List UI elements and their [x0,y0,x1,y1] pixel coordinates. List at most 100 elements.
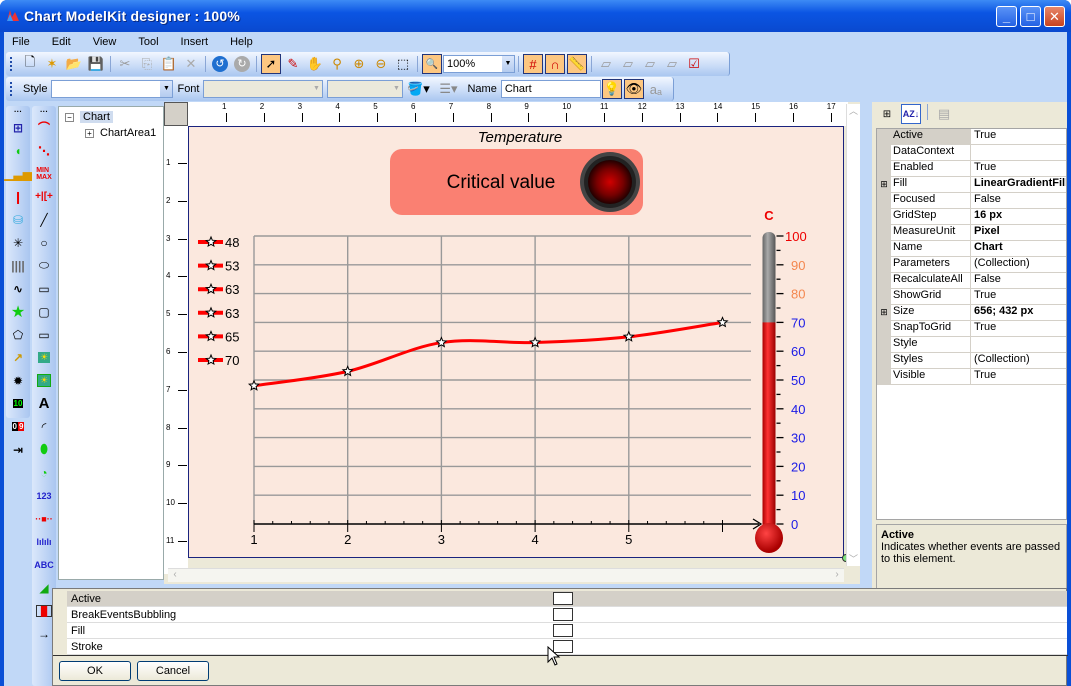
ok-button[interactable]: OK [59,661,131,681]
property-row[interactable]: ⊞ Size 656; 432 px [877,305,1066,321]
palette-level-bar[interactable]: ▁▃▅ [4,162,32,185]
collapse-icon[interactable]: − [65,112,74,122]
palette-gear[interactable]: ✹ [6,369,30,392]
palette-pie[interactable]: ◔ [32,461,56,484]
event-checkbox[interactable] [553,624,573,637]
event-row[interactable]: Active [67,591,1067,607]
property-row[interactable]: RecalculateAll False [877,273,1066,289]
property-value[interactable]: Chart [971,241,1066,256]
toolbar-grip[interactable] [10,57,13,71]
menu-edit[interactable]: Edit [52,36,71,48]
property-row[interactable]: DataContext [877,145,1066,161]
name-input[interactable]: Chart [500,80,601,98]
title-bar[interactable]: Chart ModelKit designer : 100% _ □ ✕ [0,0,1071,32]
property-row[interactable]: Style [877,337,1066,353]
menu-view[interactable]: View [93,36,117,48]
property-value[interactable]: True [971,289,1066,304]
tree-node-chart[interactable]: − Chart [65,111,113,123]
event-checkbox[interactable] [553,608,573,621]
categorized-button[interactable]: ⊞ [877,104,897,124]
palette-grip[interactable]: ··· [32,106,56,116]
property-value[interactable]: True [971,321,1066,336]
scroll-down-icon[interactable]: ﹀ [847,552,860,566]
open-button[interactable]: 📂 [64,54,84,74]
palette-polyline[interactable]: ⋱ [32,139,56,162]
style-select[interactable]: ▼ [51,80,174,98]
validate-button[interactable]: ☑ [684,54,704,74]
delete-button[interactable]: ✕ [181,54,201,74]
alphabetical-button[interactable]: AZ↓ [901,104,921,124]
chart-surface[interactable]: Temperature Critical value 1 2 3 4 5 48 53 63 63 65… [188,126,844,558]
palette-grip[interactable]: ··· [6,106,30,116]
palette-3d-rect[interactable]: ▭ [32,323,56,346]
horizontal-scrollbar[interactable]: ‹ › [168,568,844,582]
property-value[interactable]: 16 px [971,209,1066,224]
save-button[interactable]: 💾 [86,54,106,74]
text-style-button[interactable]: aₐ [646,79,666,99]
palette-number[interactable]: 123 [32,484,56,507]
palette-ellipse[interactable]: ⬭ [32,254,56,277]
palette-marker[interactable]: ··■·· [32,507,56,530]
active-toggle-button[interactable]: 💡 [601,79,622,99]
palette-scale[interactable]: lılılı [32,530,56,553]
palette-counter[interactable]: 09 [6,415,30,438]
visible-toggle-button[interactable]: 👁 [623,79,644,99]
palette-leaf[interactable]: ⬮ [32,438,56,461]
property-row[interactable]: MeasureUnit Pixel [877,225,1066,241]
scroll-left-icon[interactable]: ‹ [168,569,182,582]
vertical-scrollbar[interactable]: ︿ ﹀ [846,104,860,566]
bring-front-button[interactable]: ▱ [596,54,616,74]
palette-axis-title[interactable]: ⇥ [6,438,30,461]
menu-tool[interactable]: Tool [138,36,158,48]
expand-icon[interactable]: + [85,128,94,138]
property-value[interactable] [971,337,1066,352]
property-row[interactable]: ShowGrid True [877,289,1066,305]
zoom-rect-button[interactable]: ⬚ [393,54,413,74]
menu-help[interactable]: Help [230,36,253,48]
zoom-out-button[interactable]: ⊖ [371,54,391,74]
palette-tank[interactable]: ⛁ [6,208,30,231]
tree-node-chartarea[interactable]: + ChartArea1 [85,127,156,139]
palette-spark[interactable]: ↗ [6,346,30,369]
palette-burst[interactable]: ✳ [6,231,30,254]
palette-text[interactable]: A [32,392,56,415]
wizard-button[interactable]: ✶ [42,54,62,74]
property-value[interactable]: LinearGradientFill [971,177,1066,192]
palette-line[interactable]: ╱ [32,208,56,231]
event-checkbox[interactable] [553,592,573,605]
property-pages-button[interactable]: ▤ [934,104,954,124]
edit-points-button[interactable]: ✎ [283,54,303,74]
zoom-100-button[interactable]: 🔍 [422,54,442,74]
send-back-button[interactable]: ▱ [618,54,638,74]
show-grid-button[interactable]: # [523,54,543,74]
zoom-select[interactable]: 100% ▼ [443,55,515,73]
property-value[interactable]: False [971,193,1066,208]
fill-color-button[interactable]: 🪣▾ [404,79,432,99]
scroll-up-icon[interactable]: ︿ [847,104,860,118]
undo-button[interactable]: ↺ [210,54,230,74]
property-row[interactable]: SnapToGrid True [877,321,1066,337]
palette-circle[interactable]: ○ [32,231,56,254]
send-backward-button[interactable]: ▱ [662,54,682,74]
property-row[interactable]: GridStep 16 px [877,209,1066,225]
palette-minmax[interactable]: MIN MAX [32,162,56,185]
palette-bars[interactable]: |||| [6,254,30,277]
event-row[interactable]: BreakEventsBubbling [67,607,1067,623]
line-style-button[interactable]: ☰▾ [434,79,462,99]
palette-range[interactable]: +|[+ [32,185,56,208]
select-tool-button[interactable]: ➚ [261,54,281,74]
property-row[interactable]: Focused False [877,193,1066,209]
palette-polygon[interactable]: ⬠ [6,323,30,346]
snap-to-grid-button[interactable]: ∩ [545,54,565,74]
property-value[interactable]: (Collection) [971,353,1066,368]
expand-icon[interactable]: ⊞ [877,305,891,320]
cancel-button[interactable]: Cancel [137,661,209,681]
property-row[interactable]: Parameters (Collection) [877,257,1066,273]
event-row[interactable]: Fill [67,623,1067,639]
property-row[interactable]: Name Chart [877,241,1066,257]
palette-rounded-rect[interactable]: ▢ [32,300,56,323]
maximize-button[interactable]: □ [1020,6,1041,27]
property-value[interactable]: 656; 432 px [971,305,1066,320]
copy-button[interactable]: ⎘ [137,54,157,74]
bring-forward-button[interactable]: ▱ [640,54,660,74]
